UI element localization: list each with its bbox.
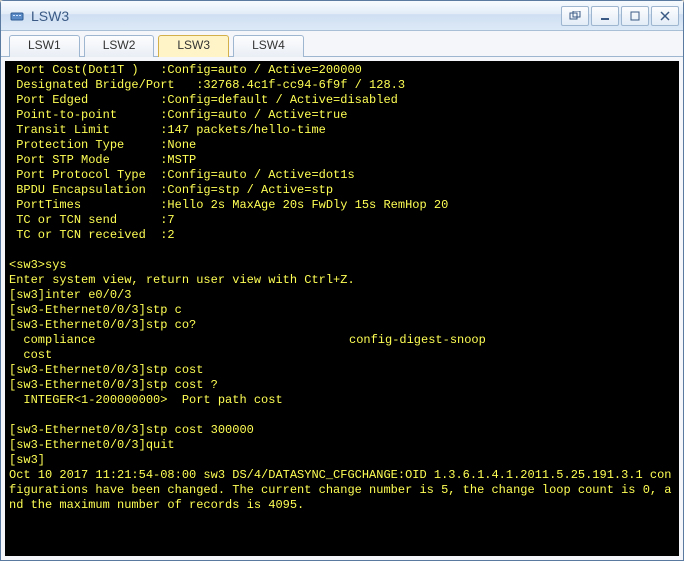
terminal-line: Designated Bridge/Port :32768.4c1f-cc94-…: [9, 78, 675, 93]
terminal-line: [sw3-Ethernet0/0/3]quit: [9, 438, 675, 453]
window-title: LSW3: [31, 8, 561, 24]
terminal-line: cost: [9, 348, 675, 363]
tab-lsw1[interactable]: LSW1: [9, 35, 80, 57]
window-buttons: [561, 6, 679, 26]
terminal-line: Port Cost(Dot1T ) :Config=auto / Active=…: [9, 63, 675, 78]
terminal-line: [sw3-Ethernet0/0/3]stp co?: [9, 318, 675, 333]
terminal-line: [9, 408, 675, 423]
terminal-line: complianceconfig-digest-snoop: [9, 333, 675, 348]
terminal-line: [sw3-Ethernet0/0/3]stp cost 300000: [9, 423, 675, 438]
terminal-line: [9, 513, 675, 528]
terminal-line: <sw3>sys: [9, 258, 675, 273]
maximize-button[interactable]: [621, 6, 649, 26]
tab-strip: LSW1 LSW2 LSW3 LSW4: [1, 31, 683, 57]
terminal[interactable]: Port Cost(Dot1T ) :Config=auto / Active=…: [5, 61, 679, 556]
terminal-line: [sw3]inter e0/0/3: [9, 288, 675, 303]
terminal-line: Point-to-point :Config=auto / Active=tru…: [9, 108, 675, 123]
terminal-line: TC or TCN send :7: [9, 213, 675, 228]
terminal-line: PortTimes :Hello 2s MaxAge 20s FwDly 15s…: [9, 198, 675, 213]
terminal-line: Port STP Mode :MSTP: [9, 153, 675, 168]
terminal-line: INTEGER<1-200000000> Port path cost: [9, 393, 675, 408]
terminal-container: Port Cost(Dot1T ) :Config=auto / Active=…: [1, 57, 683, 560]
minimize-button[interactable]: [591, 6, 619, 26]
terminal-line: [sw3-Ethernet0/0/3]stp c: [9, 303, 675, 318]
app-icon: [9, 8, 25, 24]
terminal-line: BPDU Encapsulation :Config=stp / Active=…: [9, 183, 675, 198]
terminal-line: [sw3-Ethernet0/0/3]stp cost: [9, 363, 675, 378]
popout-button[interactable]: [561, 6, 589, 26]
tab-lsw4[interactable]: LSW4: [233, 35, 304, 57]
close-button[interactable]: [651, 6, 679, 26]
tab-lsw3[interactable]: LSW3: [158, 35, 229, 57]
terminal-line: Port Protocol Type :Config=auto / Active…: [9, 168, 675, 183]
terminal-line: [sw3]: [9, 453, 675, 468]
titlebar: LSW3: [1, 1, 683, 31]
terminal-line: Protection Type :None: [9, 138, 675, 153]
terminal-line: TC or TCN received :2: [9, 228, 675, 243]
terminal-line: [9, 243, 675, 258]
tab-lsw2[interactable]: LSW2: [84, 35, 155, 57]
terminal-line: Enter system view, return user view with…: [9, 273, 675, 288]
terminal-line: [sw3-Ethernet0/0/3]stp cost ?: [9, 378, 675, 393]
app-window: LSW3 LSW1 LSW2 LSW3 LSW4 Port Cost(Dot1T…: [0, 0, 684, 561]
terminal-line: Port Edged :Config=default / Active=disa…: [9, 93, 675, 108]
terminal-line: Transit Limit :147 packets/hello-time: [9, 123, 675, 138]
terminal-line: Oct 10 2017 11:21:54-08:00 sw3 DS/4/DATA…: [9, 468, 675, 513]
